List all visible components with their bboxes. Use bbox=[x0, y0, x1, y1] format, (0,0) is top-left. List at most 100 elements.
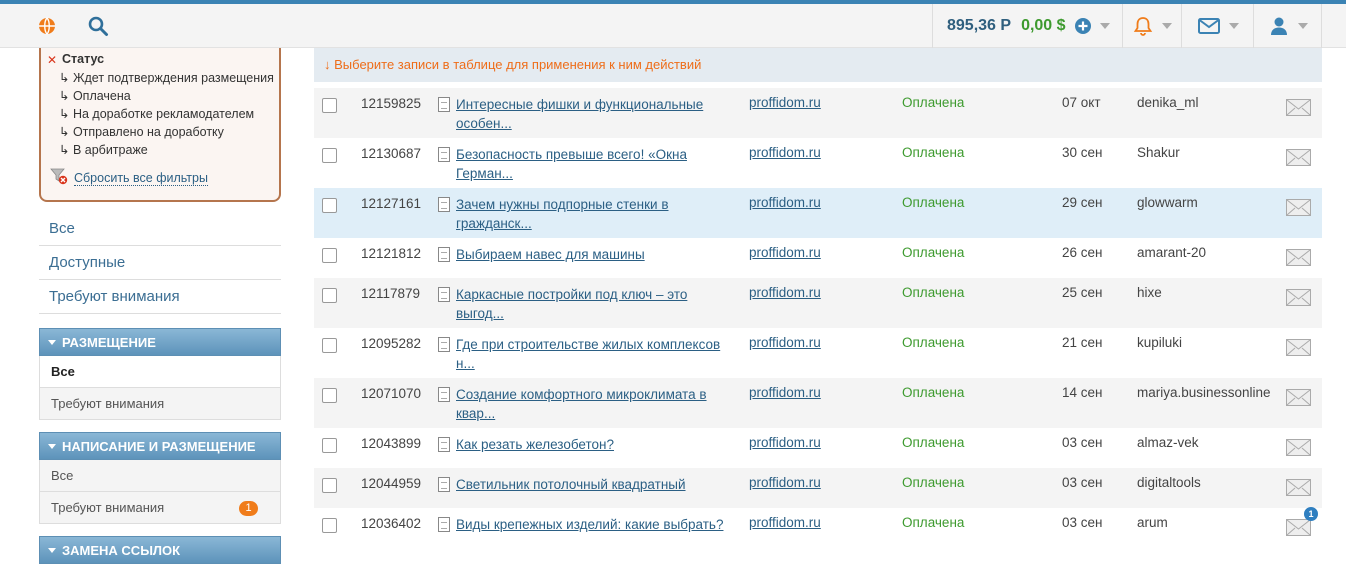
envelope-icon[interactable] bbox=[1286, 149, 1311, 166]
row-checkbox[interactable] bbox=[322, 388, 337, 403]
order-id: 12130687 bbox=[361, 146, 422, 161]
article-title-link[interactable]: Создание комфортного микроклимата в квар… bbox=[456, 385, 726, 423]
selection-notice: ↓ Выберите записи в таблице для применен… bbox=[314, 48, 1322, 82]
arrow-icon: ↳ bbox=[59, 71, 73, 85]
row-checkbox[interactable] bbox=[322, 288, 337, 303]
globe-icon[interactable] bbox=[36, 15, 58, 37]
date-text: 30 сен bbox=[1062, 145, 1103, 160]
site-link[interactable]: proffidom.ru bbox=[749, 335, 821, 350]
section-item-attention[interactable]: Требуют внимания bbox=[39, 388, 281, 420]
reset-filters-link[interactable]: Сбросить все фильтры bbox=[74, 171, 208, 186]
document-icon bbox=[438, 97, 450, 112]
table-row[interactable]: 12044959 Светильник потолочный квадратный… bbox=[314, 468, 1322, 508]
article-title-link[interactable]: Как резать железобетон? bbox=[456, 435, 726, 454]
section-header-writing-placement[interactable]: НАПИСАНИЕ И РАЗМЕЩЕНИЕ bbox=[39, 432, 281, 460]
article-title-link[interactable]: Безопасность превыше всего! «Окна Герман… bbox=[456, 145, 726, 183]
notifications-menu[interactable] bbox=[1122, 4, 1181, 48]
remove-filter-icon[interactable]: ✕ bbox=[47, 53, 57, 67]
status-text: Оплачена bbox=[902, 245, 965, 260]
filter-item: ↳ На доработке рекламодателем bbox=[59, 107, 255, 121]
site-link[interactable]: proffidom.ru bbox=[749, 145, 821, 160]
envelope-icon[interactable] bbox=[1286, 249, 1311, 266]
article-title-link[interactable]: Светильник потолочный квадратный bbox=[456, 475, 726, 494]
table-row[interactable]: 12071070 Создание комфортного микроклимат… bbox=[314, 378, 1322, 428]
sidebar-link-attention[interactable]: Требуют внимания bbox=[39, 280, 281, 314]
date-text: 03 сен bbox=[1062, 515, 1103, 530]
table-row[interactable]: 12117879 Каркасные постройки под ключ – э… bbox=[314, 278, 1322, 328]
active-filters-panel: ✕ Статус ↳ Ждет подтверждения размещения… bbox=[39, 48, 281, 202]
username: mariya.businessonline bbox=[1137, 385, 1271, 400]
sidebar-link-available[interactable]: Доступные bbox=[39, 246, 281, 280]
site-link[interactable]: proffidom.ru bbox=[749, 475, 821, 490]
filter-group-title: Статус bbox=[62, 52, 105, 66]
document-icon bbox=[438, 197, 450, 212]
section-item-all[interactable]: Все bbox=[39, 356, 281, 388]
section-item-all[interactable]: Все bbox=[39, 460, 281, 492]
bell-icon bbox=[1133, 17, 1153, 36]
article-title-link[interactable]: Каркасные постройки под ключ – это выгод… bbox=[456, 285, 726, 323]
search-icon[interactable] bbox=[87, 15, 109, 37]
envelope-icon[interactable] bbox=[1286, 519, 1311, 536]
table-row[interactable]: 12130687 Безопасность превыше всего! «Окн… bbox=[314, 138, 1322, 188]
chevron-down-icon[interactable] bbox=[1099, 23, 1110, 29]
row-checkbox[interactable] bbox=[322, 148, 337, 163]
section-header-link-replacement[interactable]: ЗАМЕНА ССЫЛОК bbox=[39, 536, 281, 564]
site-link[interactable]: proffidom.ru bbox=[749, 515, 821, 530]
arrow-icon: ↳ bbox=[59, 107, 73, 121]
site-link[interactable]: proffidom.ru bbox=[749, 435, 821, 450]
envelope-icon[interactable] bbox=[1286, 99, 1311, 116]
section-item-attention[interactable]: Требуют внимания 1 bbox=[39, 492, 281, 524]
date-text: 26 сен bbox=[1062, 245, 1103, 260]
row-checkbox[interactable] bbox=[322, 438, 337, 453]
article-title-link[interactable]: Зачем нужны подпорные стенки в гражданск… bbox=[456, 195, 726, 233]
document-icon bbox=[438, 337, 450, 352]
row-checkbox[interactable] bbox=[322, 98, 337, 113]
order-id: 12121812 bbox=[361, 246, 422, 261]
filter-item: ↳ Оплачена bbox=[59, 89, 131, 103]
table-row[interactable]: 12127161 Зачем нужны подпорные стенки в г… bbox=[314, 188, 1322, 238]
row-checkbox[interactable] bbox=[322, 518, 337, 533]
site-link[interactable]: proffidom.ru bbox=[749, 285, 821, 300]
table-row[interactable]: 12095282 Где при строительстве жилых комп… bbox=[314, 328, 1322, 378]
site-link[interactable]: proffidom.ru bbox=[749, 385, 821, 400]
row-checkbox[interactable] bbox=[322, 198, 337, 213]
envelope-icon[interactable] bbox=[1286, 479, 1311, 496]
sidebar-link-all[interactable]: Все bbox=[39, 212, 281, 246]
envelope-icon[interactable] bbox=[1286, 339, 1311, 356]
table-row[interactable]: 12159825 Интересные фишки и функциональны… bbox=[314, 88, 1322, 138]
row-checkbox[interactable] bbox=[322, 248, 337, 263]
document-icon bbox=[438, 147, 450, 162]
user-menu[interactable] bbox=[1253, 4, 1322, 48]
site-link[interactable]: proffidom.ru bbox=[749, 245, 821, 260]
status-text: Оплачена bbox=[902, 435, 965, 450]
table-row[interactable]: 12036402 Виды крепежных изделий: какие вы… bbox=[314, 507, 1322, 548]
table-row[interactable]: 12043899 Как резать железобетон? proffidom… bbox=[314, 428, 1322, 468]
article-title-link[interactable]: Интересные фишки и функциональные особен… bbox=[456, 95, 726, 133]
chevron-down-icon bbox=[1228, 23, 1239, 29]
article-title-link[interactable]: Виды крепежных изделий: какие выбрать? bbox=[456, 515, 726, 534]
envelope-icon[interactable] bbox=[1286, 289, 1311, 306]
sidebar: Все Доступные Требуют внимания РАЗМЕЩЕНИ… bbox=[39, 212, 281, 564]
user-icon bbox=[1270, 17, 1287, 35]
site-link[interactable]: proffidom.ru bbox=[749, 95, 821, 110]
envelope-icon[interactable] bbox=[1286, 439, 1311, 456]
site-link[interactable]: proffidom.ru bbox=[749, 195, 821, 210]
article-title-link[interactable]: Где при строительстве жилых комплексов н… bbox=[456, 335, 726, 373]
filter-reset-icon bbox=[50, 168, 68, 185]
messages-menu[interactable] bbox=[1181, 4, 1253, 48]
add-funds-icon[interactable] bbox=[1074, 17, 1092, 35]
balance-panel[interactable]: 895,36 Р 0,00 $ bbox=[932, 4, 1122, 48]
table-row[interactable]: 12121812 Выбираем навес для машины proffid… bbox=[314, 238, 1322, 278]
row-checkbox[interactable] bbox=[322, 478, 337, 493]
row-checkbox[interactable] bbox=[322, 338, 337, 353]
document-icon bbox=[438, 387, 450, 402]
username: kupiluki bbox=[1137, 335, 1183, 350]
envelope-icon[interactable] bbox=[1286, 199, 1311, 216]
section-header-placement[interactable]: РАЗМЕЩЕНИЕ bbox=[39, 328, 281, 356]
date-text: 29 сен bbox=[1062, 195, 1103, 210]
username: digitaltools bbox=[1137, 475, 1201, 490]
envelope-icon[interactable] bbox=[1286, 389, 1311, 406]
document-icon bbox=[438, 477, 450, 492]
orders-table: 12159825 Интересные фишки и функциональны… bbox=[314, 88, 1322, 548]
article-title-link[interactable]: Выбираем навес для машины bbox=[456, 245, 726, 264]
